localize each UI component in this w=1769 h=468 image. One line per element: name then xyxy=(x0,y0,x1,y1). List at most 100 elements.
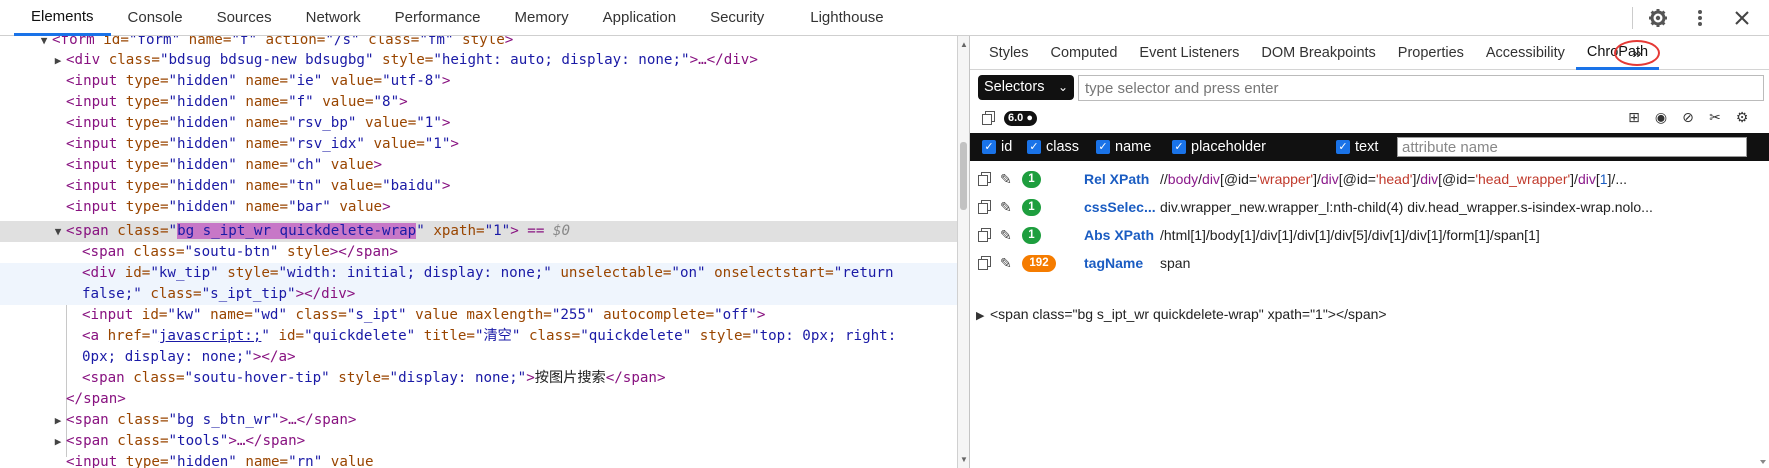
tab-memory[interactable]: Memory xyxy=(498,0,586,36)
tab-styles[interactable]: Styles xyxy=(978,36,1040,70)
attr-value: "1" xyxy=(424,136,451,152)
tab-sources[interactable]: Sources xyxy=(200,0,289,36)
copy-icon[interactable] xyxy=(978,200,992,214)
href-link[interactable]: javascript:; xyxy=(159,328,262,344)
more-tabs-chevron-button[interactable]: » xyxy=(1614,40,1660,66)
expand-triangle-icon[interactable]: ▶ xyxy=(52,50,64,71)
check-icon: ✓ xyxy=(982,140,996,154)
tab-elements[interactable]: Elements xyxy=(14,0,111,36)
tree-line-hidden-input[interactable]: <input type="hidden" name="bar" value> xyxy=(0,197,957,218)
edit-pencil-icon[interactable]: ✎ xyxy=(1000,165,1012,193)
settings-gear-icon[interactable] xyxy=(1647,7,1669,29)
tab-properties[interactable]: Properties xyxy=(1387,36,1475,70)
tree-line-form[interactable]: ▼ <form id="form" name="f" action="/s" c… xyxy=(0,36,957,51)
add-selector-icon[interactable]: ⊞ xyxy=(1625,108,1643,126)
expand-triangle-icon[interactable]: ▶ xyxy=(976,306,990,326)
match-count-badge: 1 xyxy=(1022,199,1041,216)
tab-accessibility[interactable]: Accessibility xyxy=(1475,36,1576,70)
block-icon[interactable]: ⊘ xyxy=(1679,108,1697,126)
tree-line-close-span[interactable]: </span> xyxy=(0,389,957,410)
selector-input[interactable] xyxy=(1078,75,1764,101)
attr-value: "quickdelete" xyxy=(304,328,416,344)
attr-value: "hidden" xyxy=(168,157,237,173)
selector-value[interactable]: span xyxy=(1160,249,1760,277)
checkbox-id[interactable]: ✓ id xyxy=(982,139,1012,155)
scroll-up-arrow-icon[interactable]: ▲ xyxy=(960,40,968,49)
tree-line-kw-tip-cont[interactable]: false;" class="s_ipt_tip"></div> xyxy=(0,284,957,305)
tree-line-soutu-btn[interactable]: <span class="soutu-btn" style></span> xyxy=(0,242,957,263)
selector-value[interactable]: /html[1]/body[1]/div[1]/div[1]/div[5]/di… xyxy=(1160,221,1760,249)
tree-line-hidden-input[interactable]: <input type="hidden" name="rsv_bp" value… xyxy=(0,113,957,134)
attr-value: "baidu" xyxy=(382,178,442,194)
collapse-triangle-icon[interactable]: ▼ xyxy=(52,221,64,242)
attr-value: "8" xyxy=(373,94,400,110)
tab-network[interactable]: Network xyxy=(289,0,378,36)
tab-security[interactable]: Security xyxy=(693,0,781,36)
tab-lighthouse[interactable]: Lighthouse xyxy=(793,0,900,36)
expand-triangle-icon[interactable]: ▶ xyxy=(52,410,64,431)
tag: <input xyxy=(66,115,118,131)
tree-line-hidden-input[interactable]: <input type="hidden" name="ch" value> xyxy=(0,155,957,176)
tree-line-hidden-input[interactable]: <input type="hidden" name="ie" value="ut… xyxy=(0,71,957,92)
selector-type-dropdown[interactable]: Selectors ⌄ xyxy=(978,75,1074,100)
attribute-name-input[interactable] xyxy=(1397,137,1747,157)
attr-value: "rsv_bp" xyxy=(288,115,357,131)
tree-scrollbar[interactable]: ▲ ▼ xyxy=(957,36,969,468)
edit-pencil-icon[interactable]: ✎ xyxy=(1000,221,1012,249)
tree-line-s-btn-wr[interactable]: ▶ <span class="bg s_btn_wr">…</span> xyxy=(0,410,957,431)
scroll-down-arrow-icon[interactable]: ▼ xyxy=(960,455,968,464)
tree-line-selected-span[interactable]: ▼ <span class="bg s_ipt_wr quickdelete-w… xyxy=(0,221,957,242)
checkbox-text[interactable]: ✓ text xyxy=(1336,139,1378,155)
chropath-tools-row: 6.0 ● ⊞ ◉ ⊘ ✂ ⚙ xyxy=(970,104,1769,132)
tree-line-input-kw[interactable]: <input id="kw" name="wd" class="s_ipt" v… xyxy=(0,305,957,326)
attr-value: "ch" xyxy=(288,157,323,173)
scrollbar-thumb[interactable] xyxy=(960,142,967,210)
tab-computed[interactable]: Computed xyxy=(1040,36,1129,70)
edit-pencil-icon[interactable]: ✎ xyxy=(1000,249,1012,277)
matched-node-preview[interactable]: ▶ <span class="bg s_ipt_wr quickdelete-wr… xyxy=(976,304,1756,324)
close-icon[interactable] xyxy=(1731,7,1753,29)
checkbox-class[interactable]: ✓ class xyxy=(1027,139,1079,155)
version-toggle[interactable]: 6.0 ● xyxy=(1004,111,1037,126)
expand-triangle-icon[interactable]: ▶ xyxy=(52,431,64,452)
record-icon[interactable]: ◉ xyxy=(1652,108,1670,126)
tag: <span xyxy=(66,412,109,428)
tab-console[interactable]: Console xyxy=(111,0,200,36)
tab-performance[interactable]: Performance xyxy=(378,0,498,36)
attr: xpath= xyxy=(424,223,485,239)
tab-application[interactable]: Application xyxy=(586,0,693,36)
more-options-vertical-icon[interactable] xyxy=(1689,7,1711,29)
tag: > xyxy=(504,36,514,48)
edit-pencil-icon[interactable]: ✎ xyxy=(1000,193,1012,221)
settings-gear-icon[interactable]: ⚙ xyxy=(1733,108,1751,126)
tree-line-input-rn[interactable]: <input type="hidden" name="rn" value xyxy=(0,452,957,468)
attr: class= xyxy=(141,286,202,302)
tree-line-hidden-input[interactable]: <input type="hidden" name="rsv_idx" valu… xyxy=(0,134,957,155)
tree-line-quickdelete[interactable]: <a href="javascript:;" id="quickdelete" … xyxy=(0,326,957,347)
tab-event-listeners[interactable]: Event Listeners xyxy=(1128,36,1250,70)
selector-type-label: Abs XPath xyxy=(1084,227,1155,243)
attr-value: "wd" xyxy=(252,307,288,323)
tree-line-div-bdsug[interactable]: ▶ <div class="bdsug bdsug-new bdsugbg" s… xyxy=(0,50,957,71)
tree-line-hidden-input[interactable]: <input type="hidden" name="f" value="8"> xyxy=(0,92,957,113)
copy-icon[interactable] xyxy=(982,111,996,125)
selector-value[interactable]: div.wrapper_new.wrapper_l:nth-child(4) d… xyxy=(1160,193,1760,221)
tree-line-kw-tip[interactable]: <div id="kw_tip" style="width: initial; … xyxy=(0,263,957,284)
copy-icon[interactable] xyxy=(978,172,992,186)
copy-icon[interactable] xyxy=(978,256,992,270)
tab-dom-breakpoints[interactable]: DOM Breakpoints xyxy=(1250,36,1386,70)
checkbox-placeholder[interactable]: ✓ placeholder xyxy=(1172,139,1266,155)
attr: class= xyxy=(124,370,185,386)
tree-line-tools[interactable]: ▶ <span class="tools">…</span> xyxy=(0,431,957,452)
tree-line-soutu-hover-tip[interactable]: <span class="soutu-hover-tip" style="dis… xyxy=(0,368,957,389)
tree-line-quickdelete-cont[interactable]: 0px; display: none;"></a> xyxy=(0,347,957,368)
tools-icon[interactable]: ✂ xyxy=(1706,108,1724,126)
attr: name= xyxy=(236,136,289,152)
panel-scroll-down-arrow-icon[interactable] xyxy=(1757,424,1769,468)
xpath-part: div xyxy=(1320,171,1339,187)
copy-icon[interactable] xyxy=(978,228,992,242)
collapse-triangle-icon[interactable]: ▼ xyxy=(38,36,50,51)
selector-value[interactable]: //body/div[@id='wrapper']/div[@id='head'… xyxy=(1160,165,1760,193)
tree-line-hidden-input[interactable]: <input type="hidden" name="tn" value="ba… xyxy=(0,176,957,197)
checkbox-name[interactable]: ✓ name xyxy=(1096,139,1151,155)
